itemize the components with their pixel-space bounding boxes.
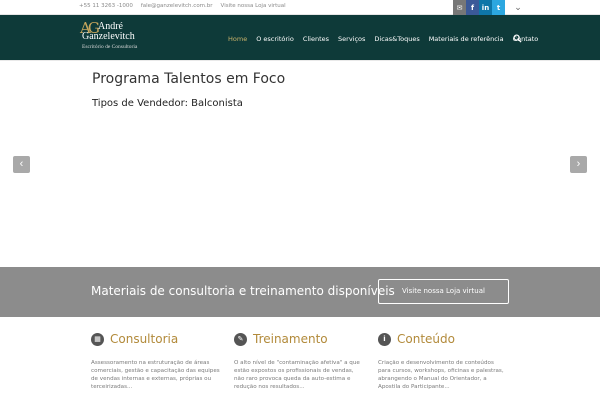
column-header: ▦ Consultoria [91,330,226,348]
slide-subtitle: Tipos de Vendedor: Balconista [92,98,243,109]
top-bar: +55 11 3263 -1000 fale@ganzelevitch.com.… [0,0,600,15]
mail-icon[interactable]: ✉ [453,0,466,15]
site-header: AG André Ganzelevitch Escritório de Cons… [0,15,600,60]
info-icon: i [378,332,391,346]
page: +55 11 3263 -1000 fale@ganzelevitch.com.… [0,0,600,400]
promo-banner: Materiais de consultoria e treinamento d… [0,267,600,317]
chevron-down-icon[interactable]: ⌄ [512,1,524,13]
store-button[interactable]: Visite nossa Loja virtual [378,279,509,304]
logo-last-name: Ganzelevitch [82,31,135,42]
logo-tagline: Escritório de Consultoria [82,44,138,50]
slider-prev-button[interactable]: ‹ [13,156,30,173]
pencil-icon: ✎ [234,332,247,346]
slide-title: Programa Talentos em Foco [92,71,286,87]
search-icon[interactable] [513,34,522,43]
column-text: Criação e desenvolvimento de conteúdos p… [378,360,504,390]
nav-item-clientes[interactable]: Clientes [303,35,329,43]
nav-item-materiais[interactable]: Materiais de referência [429,35,504,43]
nav-item-dicas[interactable]: Dicas&Toques [374,35,419,43]
twitter-icon[interactable]: t [492,0,505,15]
social-links: ✉ f in t [453,0,505,15]
service-column-conteudo: i Conteúdo Criação e desenvolvimento de … [378,330,513,391]
logo[interactable]: AG André Ganzelevitch Escritório de Cons… [80,21,148,55]
column-title[interactable]: Consultoria [110,332,178,346]
column-title[interactable]: Treinamento [253,332,328,346]
main-nav: Home O escritório Clientes Serviços Dica… [228,35,547,43]
store-link[interactable]: Visite nossa Loja virtual [221,3,286,9]
nav-item-servicos[interactable]: Serviços [338,35,365,43]
banner-text: Materiais de consultoria e treinamento d… [91,284,395,298]
service-column-consultoria: ▦ Consultoria Assessoramento na estrutur… [91,330,226,391]
hero-slider: Programa Talentos em Foco Tipos de Vende… [0,60,600,267]
facebook-icon[interactable]: f [466,0,479,15]
slider-next-button[interactable]: › [570,156,587,173]
column-header: i Conteúdo [378,330,513,348]
contact-info: +55 11 3263 -1000 fale@ganzelevitch.com.… [79,3,286,9]
column-header: ✎ Treinamento [234,330,369,348]
column-text: O alto nível de "contaminação afetiva" a… [234,360,360,390]
linkedin-icon[interactable]: in [479,0,492,15]
nav-item-escritorio[interactable]: O escritório [256,35,294,43]
column-text: Assessoramento na estruturação de áreas … [91,360,220,390]
chart-icon: ▦ [91,332,104,346]
phone-number: +55 11 3263 -1000 [79,3,133,9]
service-column-treinamento: ✎ Treinamento O alto nível de "contamina… [234,330,369,391]
nav-item-home[interactable]: Home [228,35,247,43]
column-title[interactable]: Conteúdo [397,332,455,346]
email-link[interactable]: fale@ganzelevitch.com.br [141,3,213,9]
